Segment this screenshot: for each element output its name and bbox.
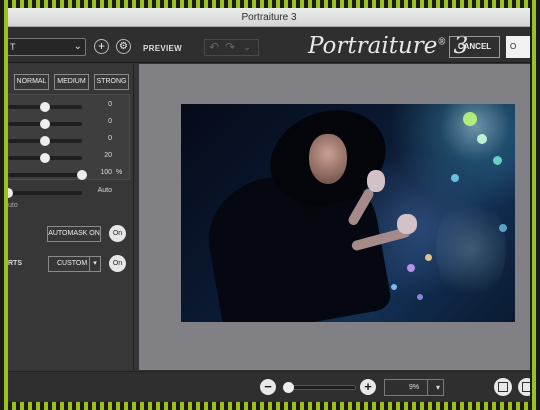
slider-row: 20	[8, 150, 130, 164]
single-view-button[interactable]	[494, 378, 512, 396]
slider-knob[interactable]	[40, 153, 50, 163]
slider-value: 100	[100, 169, 112, 176]
slider-knob[interactable]	[8, 188, 13, 198]
slider-track[interactable]	[8, 173, 82, 177]
history-controls: ↶ ↷ ⌄	[204, 39, 259, 56]
redo-icon[interactable]: ↷	[225, 40, 235, 55]
bokeh-light	[407, 264, 415, 272]
gear-icon: ⚙	[119, 41, 128, 52]
divider	[427, 380, 428, 395]
preset-medium-button[interactable]: MEDIUM	[54, 74, 89, 90]
preset-strong-button[interactable]: STRONG	[94, 74, 129, 90]
automask-button[interactable]: AUTOMASK ON	[47, 226, 101, 242]
plus-icon: +	[364, 379, 372, 394]
preview-photo[interactable]	[181, 104, 515, 322]
toolbar: T ⌄ + ⚙ PREVIEW ↶ ↷ ⌄ Portraiture® 3 CAN…	[8, 27, 530, 63]
bokeh-light	[425, 254, 432, 261]
slider-value: 20	[104, 152, 112, 159]
minus-icon: −	[264, 379, 272, 394]
chevron-down-icon: ▾	[89, 257, 100, 271]
auto-label: uto	[8, 202, 18, 209]
portraiture-window: Portraiture 3 T ⌄ + ⚙ PREVIEW ↶ ↷ ⌄ Port…	[8, 8, 530, 402]
bokeh-light	[493, 156, 502, 165]
preset-normal-button[interactable]: NORMAL	[14, 74, 49, 90]
history-chevron-icon[interactable]: ⌄	[243, 40, 251, 55]
split-view-icon	[522, 382, 530, 392]
slider-knob[interactable]	[40, 119, 50, 129]
preset-select[interactable]: T ⌄	[8, 38, 86, 56]
chevron-down-icon: ▾	[435, 383, 440, 392]
preview-label: PREVIEW	[143, 44, 182, 53]
window-reflection	[436, 194, 506, 304]
slider-knob[interactable]	[40, 136, 50, 146]
detail-sliders: 0 0 0 20 100 %	[8, 94, 130, 180]
zoom-value: 9%	[408, 384, 420, 391]
ok-button[interactable]: O	[506, 36, 530, 58]
split-view-button[interactable]	[518, 378, 530, 396]
zoom-bar: − + 9% ▾	[8, 371, 530, 402]
zoom-select[interactable]: 9% ▾	[384, 379, 444, 396]
slider-row: 0	[8, 116, 130, 130]
preset-value: T	[10, 42, 16, 52]
preview-area	[139, 64, 530, 370]
zoom-slider-track[interactable]	[284, 385, 356, 390]
enhancements-toggle[interactable]: On	[109, 255, 126, 272]
bokeh-light	[451, 174, 459, 182]
custom-label: CUSTOM	[57, 260, 88, 267]
slider-value: Auto	[97, 187, 112, 194]
bokeh-light	[499, 224, 507, 232]
slider-value: 0	[108, 101, 112, 108]
settings-panel: NORMAL MEDIUM STRONG 0 0 0 20 100 % Auto…	[8, 64, 134, 370]
automask-toggle[interactable]: On	[109, 225, 126, 242]
zoom-in-button[interactable]: +	[360, 379, 376, 395]
bokeh-light	[391, 284, 397, 290]
slider-value: 0	[108, 135, 112, 142]
single-view-icon	[498, 382, 508, 392]
zoom-slider-knob[interactable]	[283, 382, 294, 393]
enhancements-custom-select[interactable]: CUSTOM ▾	[48, 256, 101, 272]
bokeh-light	[417, 294, 423, 300]
settings-button[interactable]: ⚙	[116, 39, 131, 54]
slider-row: 100 %	[8, 167, 130, 181]
chevron-down-icon: ⌄	[73, 41, 82, 52]
slider-unit: %	[116, 169, 123, 176]
slider-knob[interactable]	[77, 170, 87, 180]
app-title: Portraiture® 3	[308, 33, 468, 59]
bokeh-light	[463, 112, 477, 126]
registered-mark: ®	[437, 37, 447, 48]
enhancements-label: RTS	[8, 260, 22, 267]
slider-row: 0	[8, 99, 130, 113]
cancel-button[interactable]: CANCEL	[449, 36, 500, 58]
subject-face	[309, 134, 347, 184]
add-preset-button[interactable]: +	[94, 39, 109, 54]
subject-hand	[367, 170, 385, 192]
slider-value: 0	[108, 118, 112, 125]
plus-icon: +	[97, 39, 105, 53]
bokeh-light	[477, 134, 487, 144]
zoom-out-button[interactable]: −	[260, 379, 276, 395]
subject-hand	[397, 214, 417, 234]
slider-knob[interactable]	[40, 102, 50, 112]
slider-track[interactable]	[8, 191, 82, 195]
app-name: Portraiture	[308, 33, 438, 59]
slider-row: 0	[8, 133, 130, 147]
undo-icon[interactable]: ↶	[209, 40, 219, 55]
slider-row: Auto	[8, 185, 130, 199]
window-title: Portraiture 3	[8, 8, 530, 27]
